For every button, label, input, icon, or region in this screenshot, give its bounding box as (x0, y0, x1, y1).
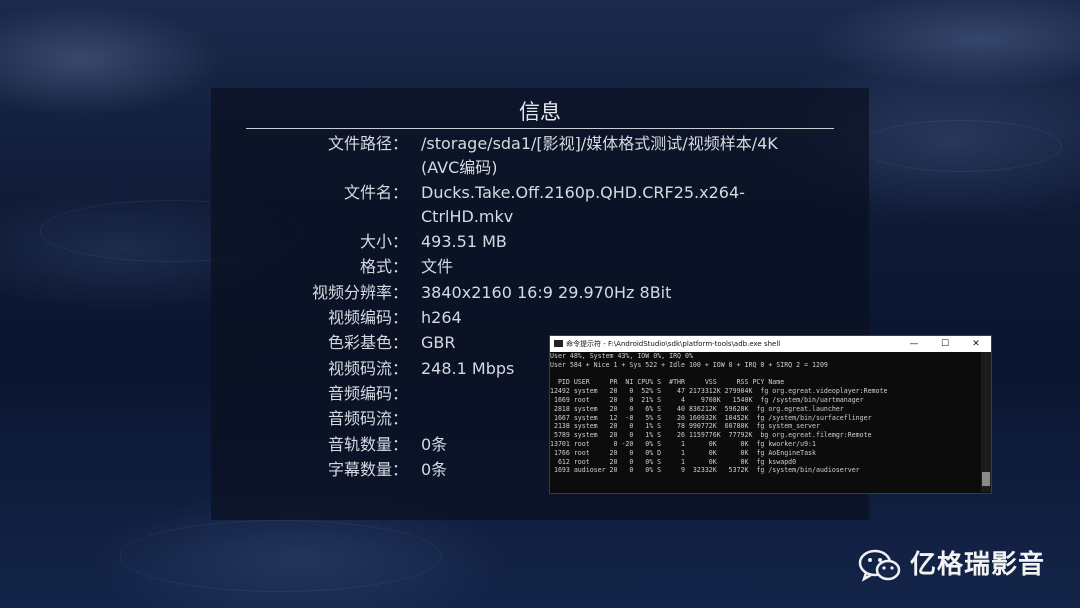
window-titlebar[interactable]: 命令提示符 - F:\AndroidStudio\sdk\platform-to… (550, 336, 991, 352)
info-row-label: 格式： (359, 257, 408, 276)
maximize-button[interactable]: ☐ (933, 336, 957, 352)
info-row-label: 视频编码： (327, 308, 408, 327)
info-row-value: 493.51 MB (421, 232, 507, 251)
info-row-value: 3840x2160 16:9 29.970Hz 8Bit (421, 283, 672, 302)
water-ripple (120, 520, 442, 592)
info-row-label: 色彩基色： (327, 333, 408, 352)
scrollbar-thumb[interactable] (982, 472, 990, 486)
info-row-label: 视频分辨率： (311, 283, 408, 302)
terminal-icon (554, 340, 563, 347)
watermark-brand: 亿格瑞影音 (910, 550, 1046, 580)
close-button[interactable]: ✕ (964, 336, 988, 352)
terminal-line: User 48%, System 43%, IOW 0%, IRQ 0% (550, 352, 693, 360)
info-row-value: /storage/sda1/[影视]/媒体格式测试/视频样本/4K (AVC编码… (421, 134, 778, 177)
info-row-label: 文件路径： (327, 134, 408, 153)
terminal-line: 1693 audioser 20 0 0% S 9 32332K 5372K f… (550, 466, 860, 475)
terminal-line: 12492 system 20 0 52% S 47 2173312K 2799… (550, 387, 888, 396)
info-title: 信息 (519, 100, 561, 124)
info-row-label: 音轨数量： (327, 435, 408, 454)
info-row-label: 文件名： (343, 183, 408, 202)
info-row-label: 视频码流： (327, 359, 408, 378)
command-prompt-window[interactable]: 命令提示符 - F:\AndroidStudio\sdk\platform-to… (549, 335, 992, 494)
info-row-label: 音频码流： (327, 409, 408, 428)
info-row-label: 音频编码： (327, 384, 408, 403)
terminal-line: 612 root 20 0 0% S 1 0K 0K fg kswapd0 (550, 457, 797, 466)
terminal-line: User 584 + Nice 1 + Sys 522 + Idle 100 +… (550, 360, 828, 369)
info-row-value: h264 (421, 308, 462, 327)
terminal-line: 2138 system 20 0 1% S 78 990772K 60780K … (550, 422, 820, 431)
terminal-line: 1669 root 20 0 21% S 4 9708K 1540K fg /s… (550, 395, 864, 404)
info-row-label: 字幕数量： (327, 460, 408, 479)
terminal-output[interactable]: User 48%, System 43%, IOW 0%, IRQ 0% User… (550, 352, 980, 492)
terminal-line: 13701 root 0 -20 0% S 1 0K 0K fg kworker… (550, 439, 816, 448)
terminal-line: 1766 root 20 0 0% D 1 0K 0K fg AoEngineT… (550, 448, 816, 457)
scrollbar[interactable] (981, 352, 991, 492)
info-row-label: 大小： (359, 232, 408, 251)
window-title: 命令提示符 - F:\AndroidStudio\sdk\platform-to… (566, 340, 781, 348)
terminal-line: 5789 system 20 0 1% S 26 1159776K 77792K… (550, 431, 872, 440)
title-divider (246, 128, 834, 129)
terminal-line: 2818 system 20 0 6% S 40 836212K 59628K … (550, 404, 844, 413)
terminal-line: 1667 system 12 -8 5% S 20 160932K 10452K… (550, 413, 872, 422)
minimize-button[interactable]: — (902, 336, 926, 352)
info-row-value: Ducks.Take.Off.2160p.QHD.CRF25.x264-Ctrl… (421, 183, 745, 226)
terminal-line: PID USER PR NI CPU% S #THR VSS RSS PCY N… (550, 378, 785, 387)
watermark: 亿格瑞影音 (858, 536, 1068, 596)
water-ripple (860, 120, 1062, 172)
wechat-icon (858, 549, 901, 582)
info-row-value: 文件 (421, 257, 454, 276)
